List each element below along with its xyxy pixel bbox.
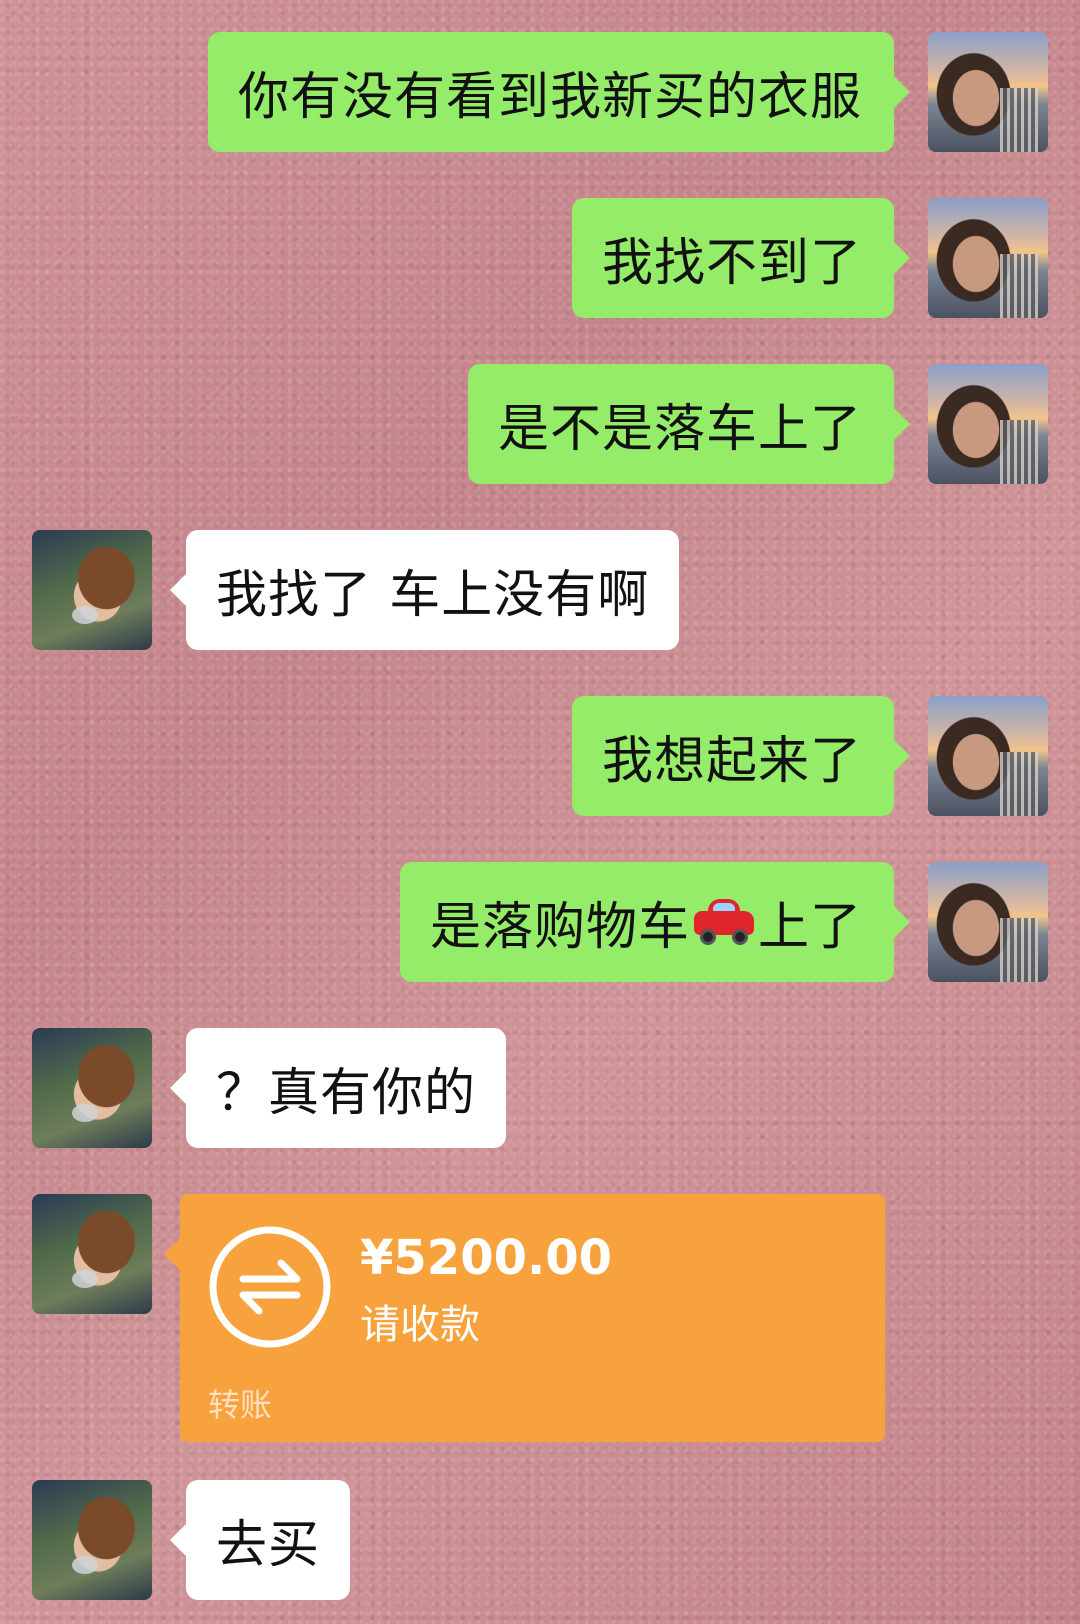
contact-message-bubble[interactable]: ？真有你的	[169, 1028, 507, 1148]
message-text: 去买	[216, 1516, 321, 1575]
message-row: 我找不到了	[0, 198, 1080, 318]
message-row: 你有没有看到我新买的衣服	[0, 32, 1080, 152]
my-message-bubble[interactable]: 是落购物车 上了	[399, 862, 911, 982]
message-row: ¥5200.00 请收款 转账	[0, 1194, 1080, 1442]
my-message-bubble[interactable]: 你有没有看到我新买的衣服	[207, 32, 911, 152]
contact-message-bubble[interactable]: 去买	[169, 1480, 351, 1600]
message-text: 我想起来了	[601, 732, 862, 791]
contact-avatar[interactable]	[32, 530, 152, 650]
message-row: 我找了 车上没有啊	[0, 530, 1080, 650]
message-row: 是不是落车上了	[0, 364, 1080, 484]
message-row: 我想起来了	[0, 696, 1080, 816]
transfer-arrows-icon	[209, 1226, 331, 1348]
my-avatar[interactable]	[928, 862, 1048, 982]
my-avatar[interactable]	[928, 198, 1048, 318]
contact-avatar[interactable]	[32, 1028, 152, 1148]
transfer-amount: ¥5200.00	[360, 1230, 613, 1286]
message-text: 是不是落车上了	[497, 400, 862, 459]
chat-window: 你有没有看到我新买的衣服 我找不到了 是不是落车上了 我找了 车上没有啊 我想起…	[0, 0, 1080, 1624]
contact-avatar[interactable]	[32, 1480, 152, 1600]
message-text: 你有没有看到我新买的衣服	[237, 68, 862, 127]
transfer-note: 请收款	[360, 1302, 480, 1348]
message-row: 去买	[0, 1480, 1080, 1600]
message-text: ？真有你的	[216, 1064, 477, 1123]
my-avatar[interactable]	[928, 364, 1048, 484]
my-message-bubble[interactable]: 我找不到了	[571, 198, 911, 318]
my-avatar[interactable]	[928, 696, 1048, 816]
message-row: ？真有你的	[0, 1028, 1080, 1148]
message-text-after: 上了	[757, 898, 862, 957]
message-text: 我找了 车上没有啊	[216, 566, 650, 625]
transfer-card[interactable]: ¥5200.00 请收款 转账	[164, 1194, 885, 1442]
car-emoji-icon	[692, 897, 756, 947]
contact-message-bubble[interactable]: 我找了 车上没有啊	[169, 530, 680, 650]
contact-avatar[interactable]	[32, 1194, 152, 1314]
my-message-bubble[interactable]: 是不是落车上了	[467, 364, 911, 484]
my-message-bubble[interactable]: 我想起来了	[571, 696, 911, 816]
message-text-before: 是落购物车	[429, 898, 690, 957]
message-row: 是落购物车 上了	[0, 862, 1080, 982]
message-text: 我找不到了	[601, 234, 862, 293]
my-avatar[interactable]	[928, 32, 1048, 152]
transfer-label: 转账	[208, 1386, 273, 1424]
divider	[208, 1372, 857, 1373]
